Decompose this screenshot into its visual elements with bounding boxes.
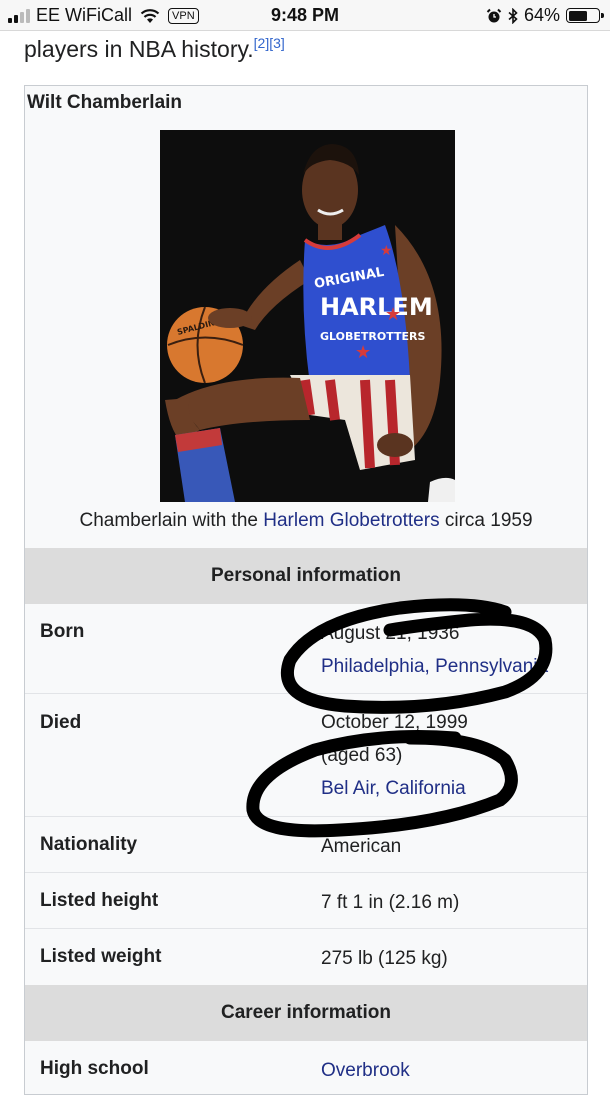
label-high-school: High school	[40, 1058, 149, 1079]
alarm-icon	[486, 8, 502, 22]
article-lead-text: players in NBA history.[2][3]	[24, 28, 285, 64]
status-left: EE WiFiCall VPN	[8, 5, 199, 26]
value-nationality: American	[321, 836, 402, 857]
svg-text:★: ★	[380, 243, 393, 259]
value-listed-weight: 275 lb (125 kg)	[321, 948, 448, 969]
died-age: (aged 63)	[321, 745, 403, 766]
infobox-title: Wilt Chamberlain	[27, 92, 183, 113]
carrier-name: EE WiFiCall	[36, 5, 133, 25]
bluetooth-icon	[508, 7, 518, 24]
battery-percent: 64%	[523, 5, 560, 25]
status-right: 64%	[486, 5, 604, 26]
photo-caption: Chamberlain with the Harlem Globetrotter…	[25, 510, 587, 532]
row-died: Died October 12, 1999 (aged 63) Bel Air,…	[25, 693, 587, 817]
citation-link[interactable]: [2][3]	[254, 35, 285, 51]
label-died: Died	[40, 712, 82, 733]
player-photo-illustration: ORIGINAL HARLEM GLOBETROTTERS ★ ★ ★ SPAL…	[160, 130, 455, 502]
died-place-link[interactable]: Bel Air, California	[321, 772, 468, 805]
value-born: August 21, 1936 Philadelphia, Pennsylvan…	[321, 617, 548, 683]
born-place-link[interactable]: Philadelphia, Pennsylvania	[321, 650, 548, 683]
born-date: August 21, 1936	[321, 623, 460, 644]
vpn-badge: VPN	[168, 7, 199, 24]
battery-icon	[566, 8, 604, 23]
jersey-line-2: HARLEM	[320, 293, 433, 321]
status-bar: EE WiFiCall VPN 9:48 PM 64%	[0, 0, 610, 31]
section-header-personal: Personal information	[25, 548, 587, 604]
value-died: October 12, 1999 (aged 63) Bel Air, Cali…	[321, 706, 468, 805]
svg-text:★: ★	[385, 304, 401, 325]
row-born: Born August 21, 1936 Philadelphia, Penns…	[25, 604, 587, 693]
cellular-signal-icon	[8, 8, 30, 23]
row-listed-height: Listed height 7 ft 1 in (2.16 m)	[25, 872, 587, 929]
caption-after: circa 1959	[439, 510, 533, 531]
row-high-school: High school Overbrook	[25, 1041, 587, 1101]
wifi-icon	[140, 8, 160, 23]
label-listed-weight: Listed weight	[40, 946, 162, 967]
battery-level	[568, 10, 588, 21]
died-date: October 12, 1999	[321, 712, 468, 733]
label-listed-height: Listed height	[40, 890, 159, 911]
jersey-line-3: GLOBETROTTERS	[320, 330, 425, 343]
svg-text:★: ★	[355, 342, 371, 363]
label-nationality: Nationality	[40, 834, 138, 855]
row-nationality: Nationality American	[25, 816, 587, 873]
lead-sentence: players in NBA history.	[24, 36, 254, 62]
value-listed-height: 7 ft 1 in (2.16 m)	[321, 892, 460, 913]
infobox: Wilt Chamberlain ORIGINAL HARLEM GLOBETR…	[24, 85, 588, 1095]
section-header-career: Career information	[25, 985, 587, 1041]
high-school-link[interactable]: Overbrook	[321, 1054, 410, 1087]
row-listed-weight: Listed weight 275 lb (125 kg)	[25, 928, 587, 985]
caption-link-harlem-globetrotters[interactable]: Harlem Globetrotters	[263, 510, 439, 531]
caption-before: Chamberlain with the	[79, 510, 264, 531]
infobox-photo[interactable]: ORIGINAL HARLEM GLOBETROTTERS ★ ★ ★ SPAL…	[160, 130, 455, 502]
label-born: Born	[40, 621, 85, 642]
